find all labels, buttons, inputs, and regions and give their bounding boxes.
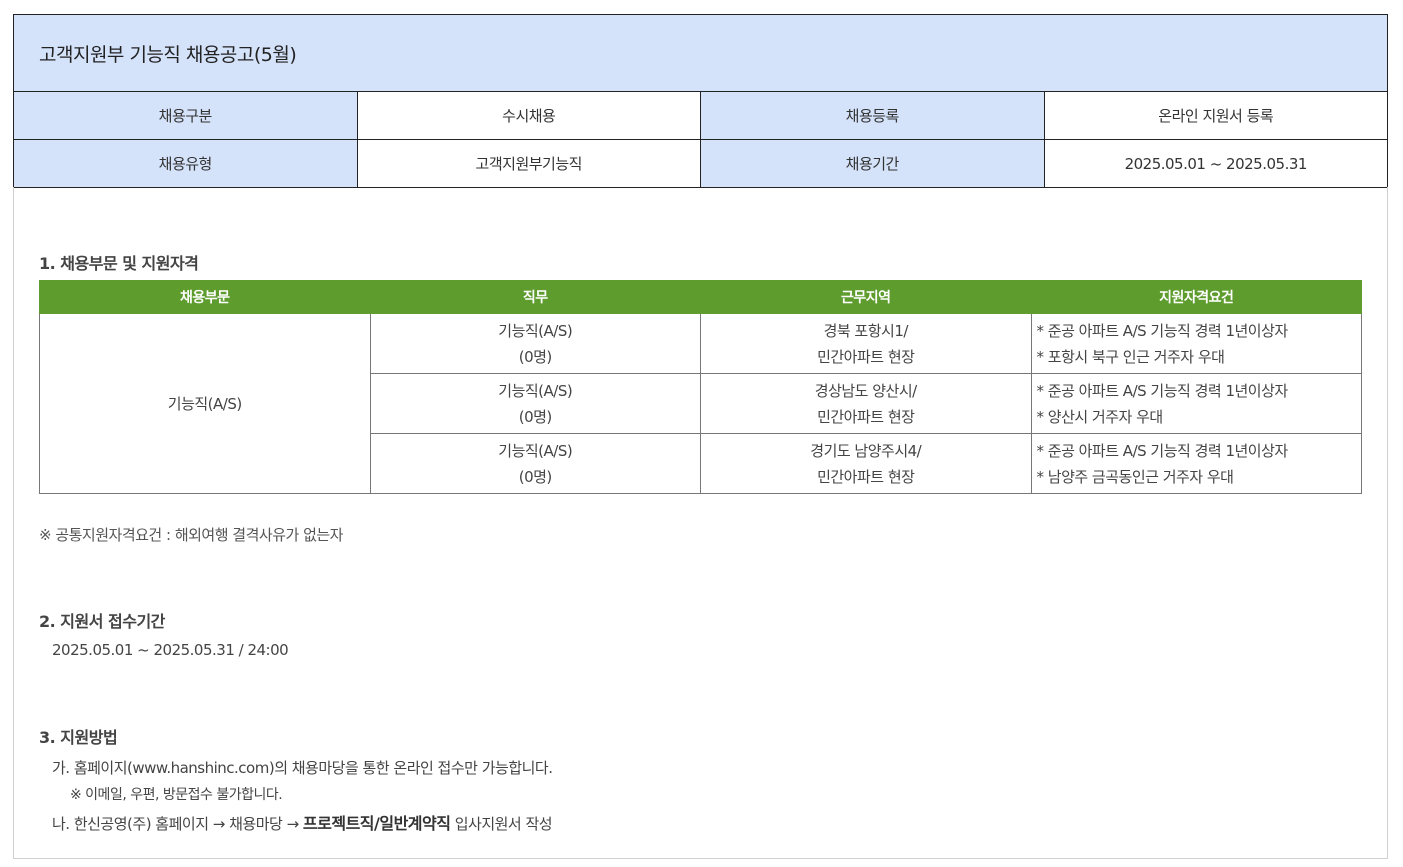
method-line-1: 가. 홈페이지(www.hanshinc.com)의 채용마당을 통한 온라인 … <box>52 759 553 777</box>
location-line: 민간아파트 현장 <box>817 407 915 426</box>
duty-name: 기능직(A/S) <box>498 441 573 460</box>
requirement-line: * 준공 아파트 A/S 기능직 경력 1년이상자 <box>1036 321 1289 340</box>
duty-count: (0명) <box>518 347 553 366</box>
jobs-table: 채용부문 직무 근무지역 지원자격요건 기능직(A/S) 기능직(A/S) (0… <box>39 280 1362 494</box>
requirement-line: * 포항시 북구 인근 거주자 우대 <box>1036 347 1225 366</box>
location-cell: 경상남도 양산시/ 민간아파트 현장 <box>700 373 1032 434</box>
location-cell: 경기도 남양주시4/ 민간아파트 현장 <box>700 433 1032 494</box>
info-value-hiring-period: 2025.05.01 ~ 2025.05.31 <box>1043 139 1388 188</box>
location-line: 민간아파트 현장 <box>817 467 915 486</box>
info-value-hiring-type: 고객지원부기능직 <box>356 139 701 188</box>
info-label-hiring-type: 채용유형 <box>13 139 358 188</box>
section2-title: 2. 지원서 접수기간 <box>39 612 165 631</box>
col-header-requirements: 지원자격요건 <box>1030 280 1362 314</box>
method-line-2-suffix: 입사지원서 작성 <box>450 815 553 833</box>
jobs-header-row: 채용부문 직무 근무지역 지원자격요건 <box>39 280 1362 314</box>
col-header-duty: 직무 <box>369 280 701 314</box>
requirement-line: * 준공 아파트 A/S 기능직 경력 1년이상자 <box>1036 441 1289 460</box>
info-table: 채용구분 수시채용 채용등록 온라인 지원서 등록 채용유형 고객지원부기능직 … <box>13 91 1388 188</box>
requirement-line: * 양산시 거주자 우대 <box>1036 407 1164 426</box>
requirement-line: * 남양주 금곡동인근 거주자 우대 <box>1036 467 1234 486</box>
method-line-2: 나. 한신공영(주) 홈페이지 → 채용마당 → 프로젝트직/일반계약직 입사지… <box>52 810 553 834</box>
requirements-cell: * 준공 아파트 A/S 기능직 경력 1년이상자 * 남양주 금곡동인근 거주… <box>1030 433 1362 494</box>
duty-cell: 기능직(A/S) (0명) <box>369 433 701 494</box>
location-line: 경북 포항시1/ <box>823 321 909 340</box>
table-row: 기능직(A/S) 기능직(A/S) (0명) 경북 포항시1/ 민간아파트 현장… <box>39 313 1362 494</box>
info-label-hiring-period: 채용기간 <box>700 139 1045 188</box>
location-line: 경상남도 양산시/ <box>814 381 917 400</box>
requirements-cell: * 준공 아파트 A/S 기능직 경력 1년이상자 * 양산시 거주자 우대 <box>1030 373 1362 434</box>
method-line-2-emphasis: 프로젝트직/일반계약직 <box>302 814 451 833</box>
info-value-registration: 온라인 지원서 등록 <box>1043 91 1388 140</box>
page-title: 고객지원부 기능직 채용공고(5월) <box>39 44 297 66</box>
duty-cell: 기능직(A/S) (0명) <box>369 313 701 374</box>
department-cell: 기능직(A/S) <box>39 313 371 494</box>
location-line: 경기도 남양주시4/ <box>810 441 922 460</box>
duty-name: 기능직(A/S) <box>498 381 573 400</box>
info-row: 채용구분 수시채용 채용등록 온라인 지원서 등록 <box>13 91 1388 140</box>
title-bar: 고객지원부 기능직 채용공고(5월) <box>13 14 1388 92</box>
duty-name: 기능직(A/S) <box>498 321 573 340</box>
requirement-line: * 준공 아파트 A/S 기능직 경력 1년이상자 <box>1036 381 1289 400</box>
method-note: ※ 이메일, 우편, 방문접수 불가합니다. <box>70 787 283 803</box>
col-header-department: 채용부문 <box>39 280 371 314</box>
section1-title: 1. 채용부문 및 지원자격 <box>39 254 199 273</box>
col-header-location: 근무지역 <box>700 280 1032 314</box>
info-label-hiring-category: 채용구분 <box>13 91 358 140</box>
requirements-cell: * 준공 아파트 A/S 기능직 경력 1년이상자 * 포항시 북구 인근 거주… <box>1030 313 1362 374</box>
location-line: 민간아파트 현장 <box>817 347 915 366</box>
info-value-hiring-category: 수시채용 <box>356 91 701 140</box>
location-cell: 경북 포항시1/ 민간아파트 현장 <box>700 313 1032 374</box>
method-line-2-prefix: 나. 한신공영(주) 홈페이지 → 채용마당 → <box>52 815 303 833</box>
duty-count: (0명) <box>518 467 553 486</box>
common-requirements-note: ※ 공통지원자격요건 : 해외여행 결격사유가 없는자 <box>39 526 343 544</box>
info-row: 채용유형 고객지원부기능직 채용기간 2025.05.01 ~ 2025.05.… <box>13 139 1388 188</box>
duty-count: (0명) <box>518 407 553 426</box>
application-period-text: 2025.05.01 ~ 2025.05.31 / 24:00 <box>52 641 289 659</box>
info-label-registration: 채용등록 <box>700 91 1045 140</box>
duty-cell: 기능직(A/S) (0명) <box>369 373 701 434</box>
section3-title: 3. 지원방법 <box>39 728 118 747</box>
